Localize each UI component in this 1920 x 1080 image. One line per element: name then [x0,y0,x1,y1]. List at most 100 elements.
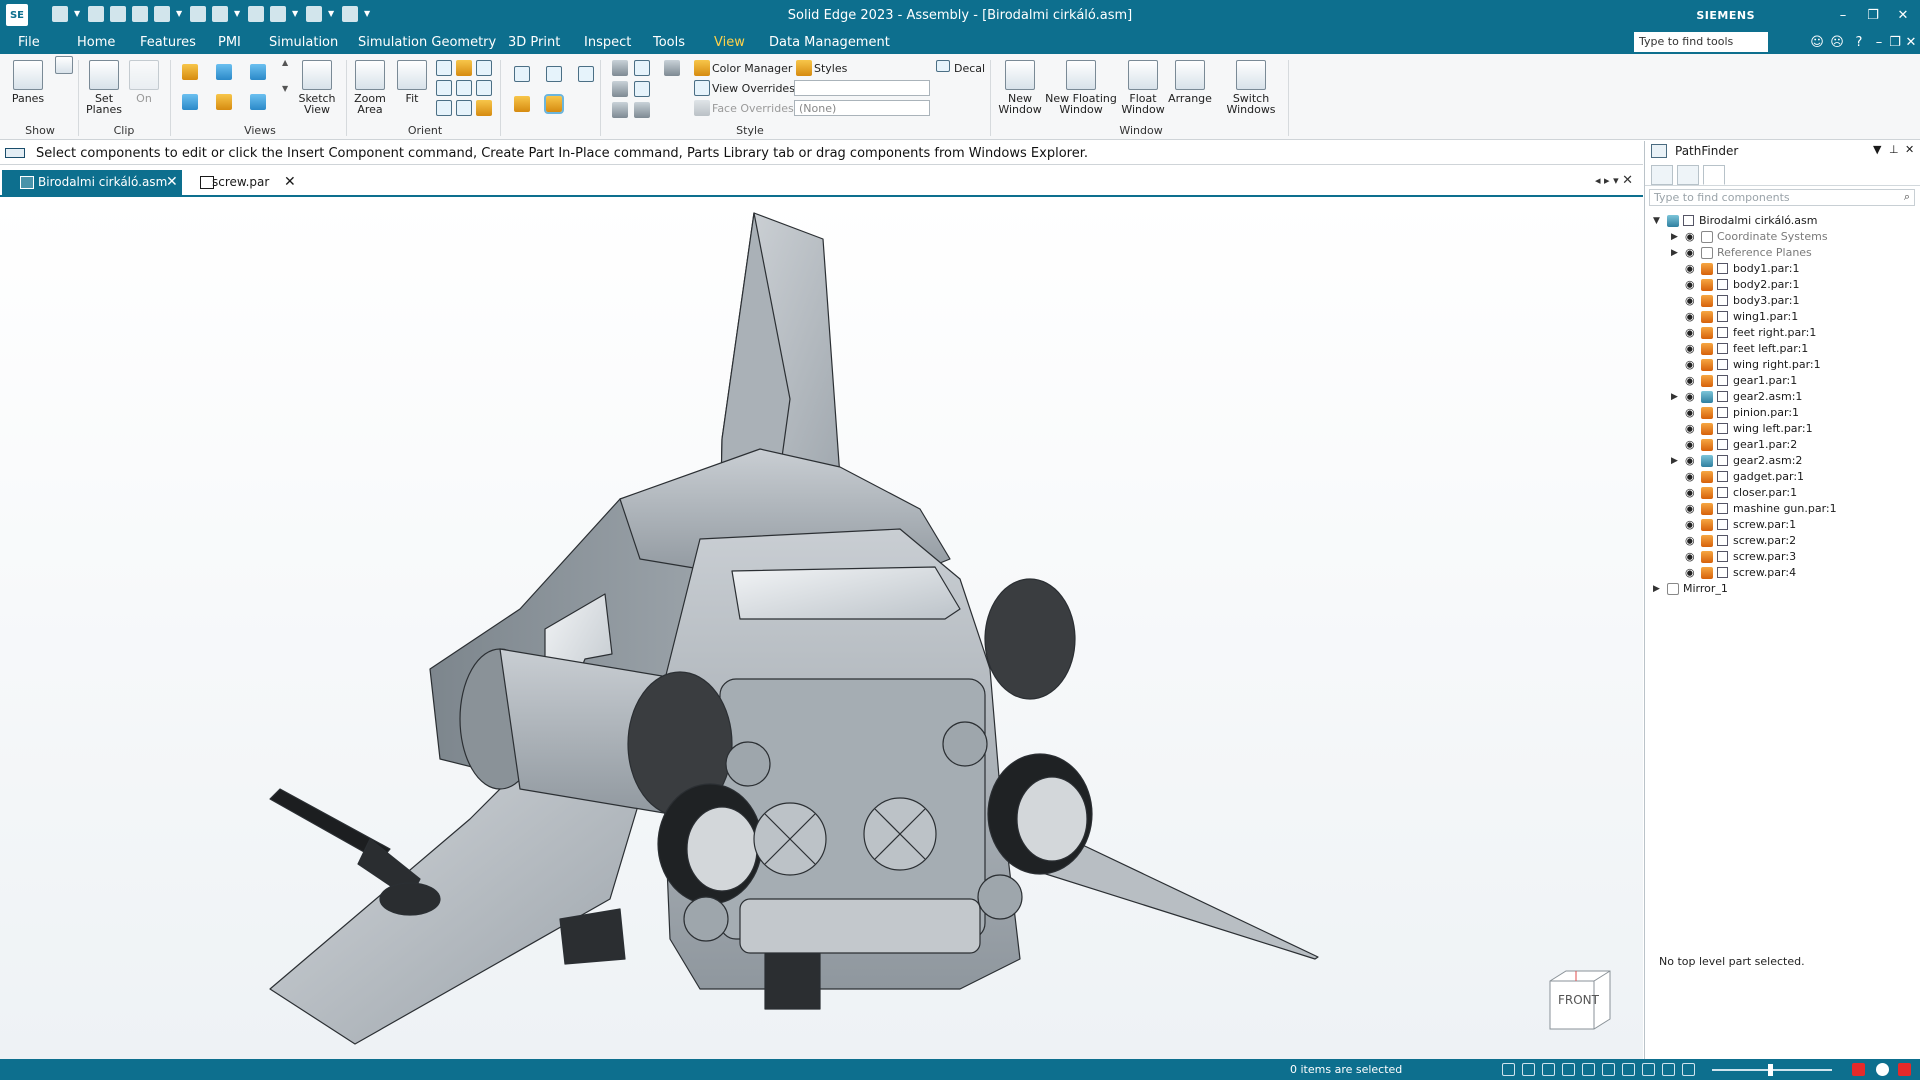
shaded-icon[interactable] [514,66,530,82]
arrange-button[interactable]: Arrange [1168,60,1212,104]
shadow-icon[interactable] [612,60,628,76]
new-floating-window-button[interactable]: New Floating Window [1044,60,1118,115]
visibility-eye-icon[interactable]: ◉ [1685,391,1697,403]
wireframe-icon[interactable] [578,66,594,82]
tab-pmi[interactable]: PMI [218,35,241,50]
tab-next-icon[interactable]: ▸ [1604,174,1610,187]
scroll-up-icon[interactable]: ▲ [282,58,288,67]
visibility-eye-icon[interactable]: ◉ [1685,567,1697,579]
tree-row[interactable]: ▶ ◉ gear2.asm:1 [1645,389,1920,405]
align-icon[interactable] [476,80,492,96]
tree-row[interactable]: ◉ feet left.par:1 [1645,341,1920,357]
rotate-icon[interactable] [456,60,472,76]
display-mode-active-icon[interactable] [544,94,564,114]
color-manager-button[interactable]: Color Manager [712,62,792,75]
shaded-edges-icon[interactable] [546,66,562,82]
tree-row[interactable]: ◉ closer.par:1 [1645,485,1920,501]
visibility-eye-icon[interactable]: ◉ [1685,311,1697,323]
close-icon[interactable]: ✕ [1905,143,1914,156]
show-toggle-button[interactable] [55,56,73,77]
render-icon[interactable] [1662,1063,1675,1076]
view-right-icon[interactable] [250,64,266,80]
minimize-button[interactable]: – [1828,4,1858,28]
pin-icon[interactable]: ⊥ [1889,143,1899,156]
tree-row[interactable]: ◉ screw.par:4 [1645,565,1920,581]
collapse-icon[interactable]: ▼ [1653,213,1663,229]
tab-tools[interactable]: Tools [653,35,685,50]
color-manager-icon[interactable] [694,60,710,76]
rotate-icon[interactable] [1582,1063,1595,1076]
close-icon[interactable]: ✕ [284,174,296,190]
restore-button[interactable]: ❐ [1858,4,1888,28]
visibility-eye-icon[interactable]: ◉ [1685,295,1697,307]
frown-icon[interactable]: ☹ [1828,34,1846,52]
pan-icon[interactable] [1562,1063,1575,1076]
spin-icon[interactable] [436,80,452,96]
visibility-eye-icon[interactable]: ◉ [1685,375,1697,387]
tumble-icon[interactable] [456,80,472,96]
view-overrides-select[interactable] [794,80,930,96]
share-icon[interactable] [1898,1063,1911,1076]
doc-tab-assembly[interactable]: Birodalmi cirkáló.asm ✕ [2,170,182,195]
previous-view-icon[interactable] [436,100,452,116]
styles-icon[interactable] [796,60,812,76]
tab-inspect[interactable]: Inspect [584,35,631,50]
tree-row[interactable]: ◉ gear1.par:1 [1645,373,1920,389]
view-style-icon[interactable] [1682,1063,1695,1076]
view-background-icon[interactable] [634,81,650,97]
tree-row[interactable]: ▶ ◉ Coordinate Systems [1645,229,1920,245]
common-views-icon[interactable] [476,100,492,116]
visibility-eye-icon[interactable]: ◉ [1685,455,1697,467]
view-overrides-button[interactable]: View Overrides [712,82,795,95]
tree-row[interactable]: ◉ screw.par:1 [1645,517,1920,533]
tab-simulation[interactable]: Simulation [269,35,338,50]
tree-row[interactable]: ◉ wing left.par:1 [1645,421,1920,437]
tab-3d-print[interactable]: 3D Print [508,35,560,50]
expand-icon[interactable]: ▶ [1671,229,1681,245]
fit-icon[interactable] [1542,1063,1555,1076]
record-icon[interactable] [1876,1063,1889,1076]
tree-row[interactable]: ◉ body3.par:1 [1645,293,1920,309]
tree-row[interactable]: ◉ screw.par:3 [1645,549,1920,565]
switch-windows-button[interactable]: Switch Windows [1220,60,1282,115]
zoom-area-button[interactable]: Zoom Area [352,60,388,115]
visibility-eye-icon[interactable]: ◉ [1685,487,1697,499]
tree-row[interactable]: ◉ body2.par:1 [1645,277,1920,293]
tab-view[interactable]: View [714,35,745,50]
decal-icon[interactable] [936,60,950,72]
tree-row[interactable]: ◉ wing right.par:1 [1645,357,1920,373]
sketch-view-button[interactable]: Sketch View [296,60,338,115]
set-planes-button[interactable]: Set Planes [84,60,124,115]
view-left-icon[interactable] [250,94,266,110]
face-overrides-select[interactable]: (None) [794,100,930,116]
visibility-eye-icon[interactable]: ◉ [1685,231,1697,243]
search-icon[interactable]: ⌕ [1904,190,1910,204]
zoom-icon[interactable] [1522,1063,1535,1076]
zoom-area-icon[interactable] [1502,1063,1515,1076]
silhouette-icon[interactable] [612,81,628,97]
tab-data-management[interactable]: Data Management [769,35,890,50]
assembly-tab-icon[interactable] [1651,165,1673,185]
view-overrides-icon[interactable] [694,80,710,96]
styles-button[interactable]: Styles [814,62,847,75]
view-front-icon[interactable] [182,94,198,110]
close-button[interactable]: ✕ [1888,4,1918,28]
visibility-eye-icon[interactable]: ◉ [1685,439,1697,451]
search-icon[interactable]: ⌕ [1751,34,1769,52]
zoom-slider-thumb[interactable] [1768,1064,1773,1076]
visibility-eye-icon[interactable]: ◉ [1685,407,1697,419]
find-components-input[interactable]: Type to find components ⌕ [1649,189,1915,206]
tree-tab-icon[interactable] [1703,165,1725,185]
tab-features[interactable]: Features [140,35,196,50]
tree-row[interactable]: ◉ screw.par:2 [1645,533,1920,549]
tree-row[interactable]: ◉ pinion.par:1 [1645,405,1920,421]
ribbon-close-icon[interactable]: ✕ [1902,34,1920,52]
features-tab-icon[interactable] [1677,165,1699,185]
tab-list-icon[interactable]: ▾ [1613,174,1619,187]
visibility-eye-icon[interactable]: ◉ [1685,327,1697,339]
tree-row[interactable]: ▶ ◉ Reference Planes [1645,245,1920,261]
tree-row[interactable]: ◉ feet right.par:1 [1645,325,1920,341]
find-tools-input[interactable]: Type to find tools [1634,32,1768,52]
float-window-button[interactable]: Float Window [1118,60,1168,115]
view-top-icon[interactable] [216,64,232,80]
